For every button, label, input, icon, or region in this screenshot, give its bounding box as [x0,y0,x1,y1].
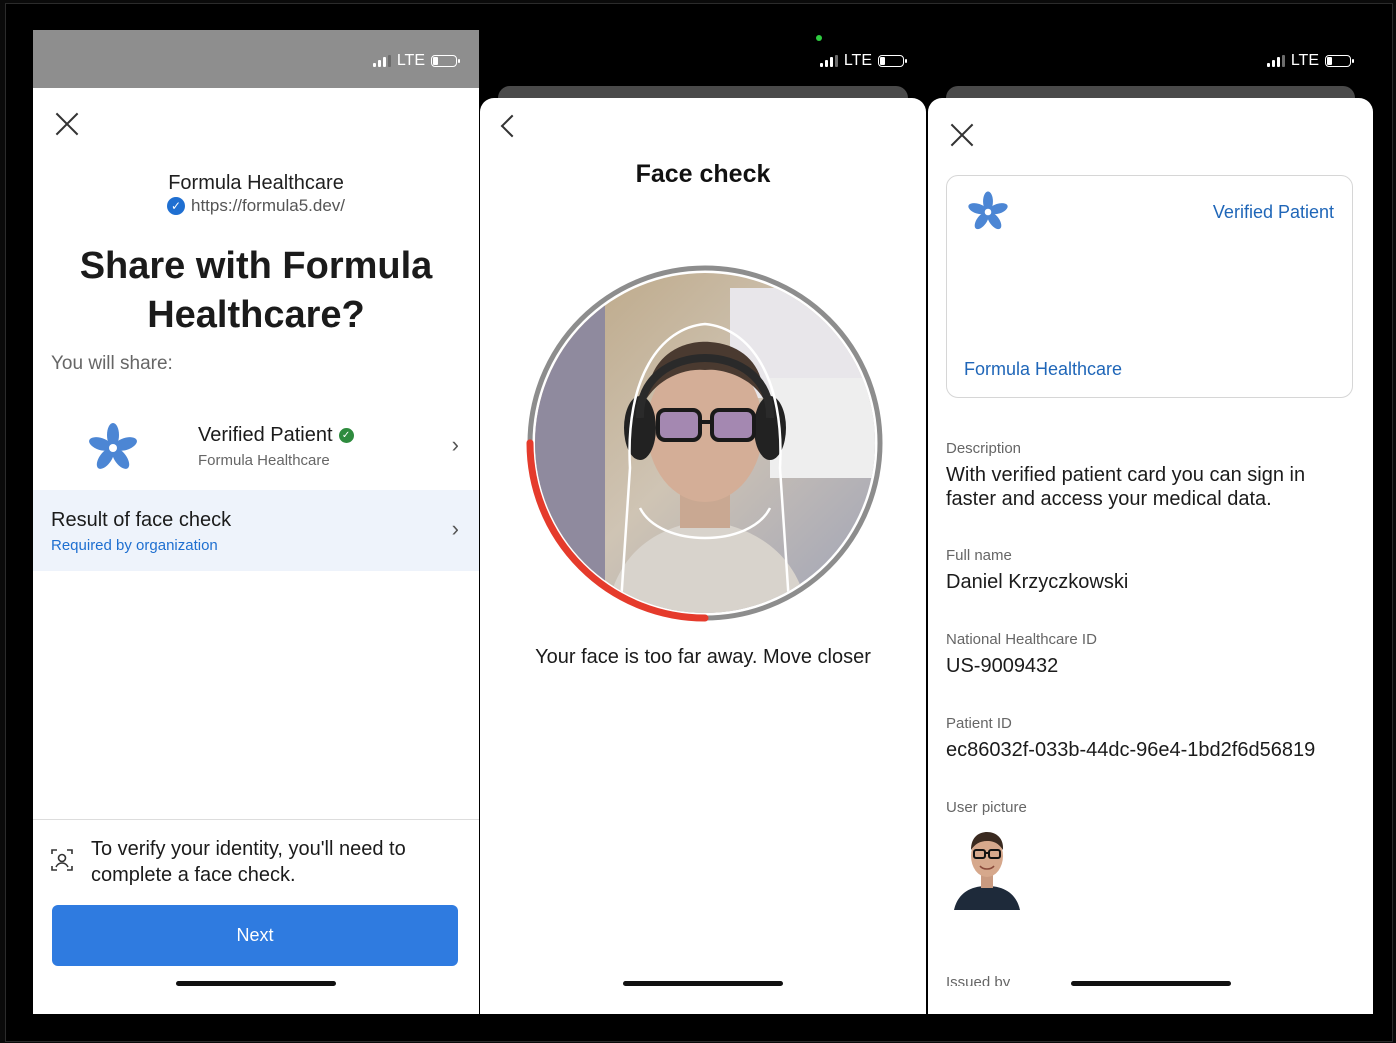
credential-card[interactable]: Verified Patient Formula Healthcare [946,175,1353,398]
field-value-patient-id: ec86032f-033b-44dc-96e4-1bd2f6d56819 [946,739,1316,761]
credential-issuer: Formula Healthcare [198,452,330,469]
camera-view [520,258,890,628]
face-check-subtitle: Required by organization [51,537,218,554]
next-button[interactable]: Next [52,905,458,966]
page-title: Share with Formula Healthcare? [79,245,433,336]
face-scan-icon [51,849,73,871]
credential-title-text: Verified Patient [198,424,333,446]
battery-icon [878,55,907,67]
field-value-description: With verified patient card you can sign … [946,464,1306,510]
network-label: LTE [1290,52,1319,69]
verified-badge-icon: ✓ [166,197,185,215]
camera-preview [526,264,884,622]
credential-details-screen: LTE Verified Patient Formula Healthcare … [928,30,1373,1014]
user-picture [954,832,1020,910]
field-value-national-id: US-9009432 [946,655,1059,677]
status-bar: LTE [928,30,1373,88]
home-indicator [176,981,336,986]
field-label-description: Description [946,440,1022,457]
battery-icon [431,55,460,67]
face-hint: Your face is too far away. Move closer [535,646,871,668]
org-url-text: https://formula5.dev/ [190,196,346,215]
network-label: LTE [843,52,872,69]
page-title: Face check [635,160,771,188]
verify-note: To verify your identity, you'll need to … [51,836,461,888]
close-icon[interactable] [55,112,79,136]
battery-icon [1325,55,1354,67]
face-check-title: Result of face check [51,509,232,531]
card-type: Verified Patient [1212,202,1334,222]
credential-title: Verified Patient ✓ [198,424,354,447]
credential-item-verified-patient[interactable]: Verified Patient ✓ Formula Healthcare › [33,404,479,490]
card-org: Formula Healthcare [964,359,1123,379]
field-label-user-picture: User picture [946,799,1027,816]
field-label-patient-id: Patient ID [946,715,1012,732]
face-check-screen: LTE Face check Your face is too far away… [480,30,926,1014]
check-circle-icon: ✓ [338,428,354,443]
you-will-share-label: You will share: [51,353,173,374]
home-indicator [1070,981,1231,986]
chevron-right-icon: › [451,516,459,541]
signal-icon [372,55,391,67]
field-label-full-name: Full name [946,547,1012,564]
face-check-item[interactable]: Result of face check Required by organiz… [33,490,479,571]
field-value-full-name: Daniel Krzyczkowski [946,571,1129,593]
home-indicator [623,981,783,986]
face-check-sheet: Face check Your face is too far away. Mo… [480,98,926,1014]
formula-logo-icon [968,191,1008,230]
org-name: Formula Healthcare [168,172,344,194]
signal-icon [819,55,838,67]
share-consent-screen: LTE Formula Healthcare ✓ https://formula… [33,30,479,1014]
status-bar: LTE [33,30,479,88]
close-icon[interactable] [950,123,974,147]
back-icon[interactable] [500,114,524,138]
status-bar: LTE [480,30,926,88]
verify-note-text: To verify your identity, you'll need to … [91,838,406,886]
divider [33,819,479,820]
field-label-national-id: National Healthcare ID [946,631,1097,648]
network-label: LTE [396,52,425,69]
org-url: ✓ https://formula5.dev/ [33,196,479,216]
field-label-issued-by: Issued by [946,974,1011,986]
formula-logo-icon [89,423,137,469]
details-sheet: Verified Patient Formula Healthcare Desc… [928,98,1373,1014]
signal-icon [1266,55,1285,67]
chevron-right-icon: › [451,432,459,457]
camera-indicator-icon [816,35,822,41]
